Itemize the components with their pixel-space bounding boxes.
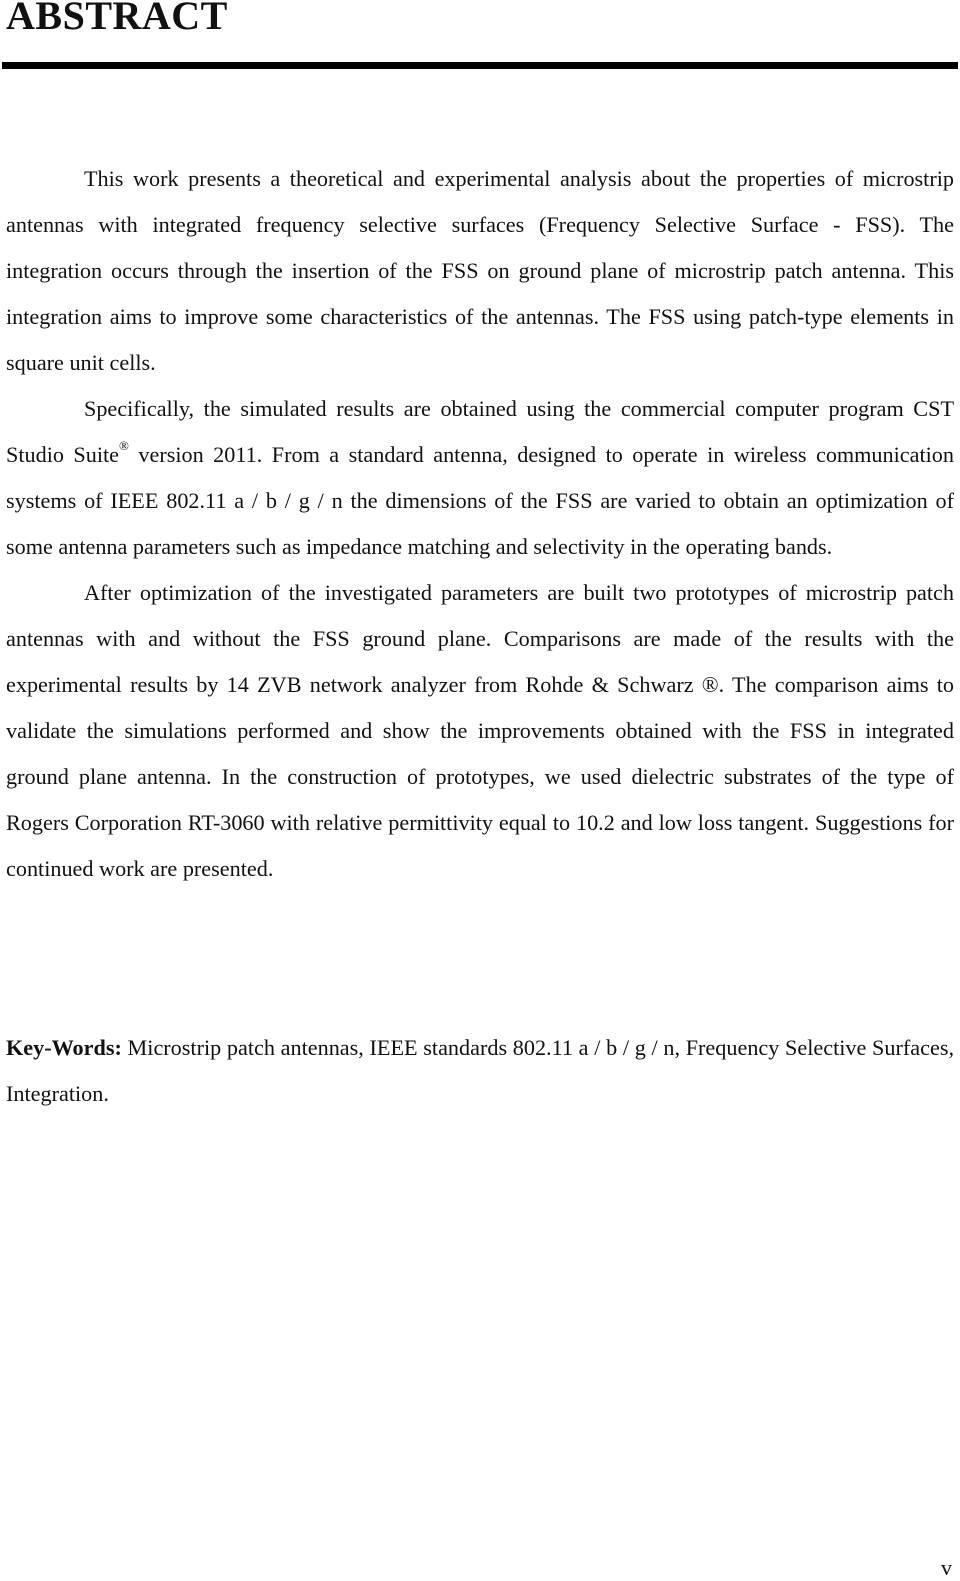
abstract-body: This work presents a theoretical and exp… — [6, 156, 954, 892]
keywords: Key-Words: Microstrip patch antennas, IE… — [6, 1025, 954, 1117]
abstract-paragraph-2: Specifically, the simulated results are … — [6, 386, 954, 570]
heading-rule — [2, 62, 958, 69]
keywords-text: Microstrip patch antennas, IEEE standard… — [6, 1035, 954, 1106]
abstract-paragraph-3: After optimization of the investigated p… — [6, 580, 954, 881]
keywords-label: Key-Words: — [6, 1035, 122, 1060]
abstract-paragraph-1: This work presents a theoretical and exp… — [6, 166, 954, 375]
page-title: ABSTRACT — [6, 0, 228, 38]
registered-trademark-mark: ® — [119, 438, 129, 453]
page-number: v — [941, 1555, 952, 1580]
paragraph-2-text-after-mark: version 2011. From a standard antenna, d… — [6, 442, 954, 559]
